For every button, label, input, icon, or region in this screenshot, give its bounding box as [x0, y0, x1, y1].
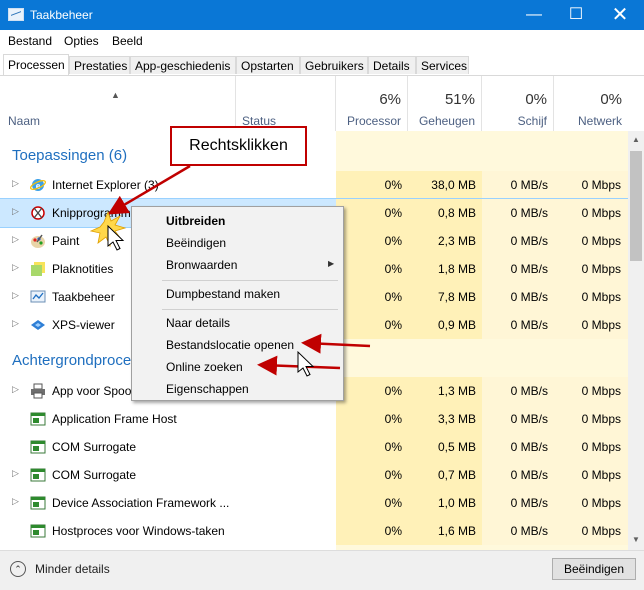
- annotation-arrow: [301, 333, 371, 354]
- annotation-overlay: [89, 164, 371, 377]
- mouse-cursor-icon: [297, 350, 315, 377]
- annotation-arrow: [107, 164, 191, 215]
